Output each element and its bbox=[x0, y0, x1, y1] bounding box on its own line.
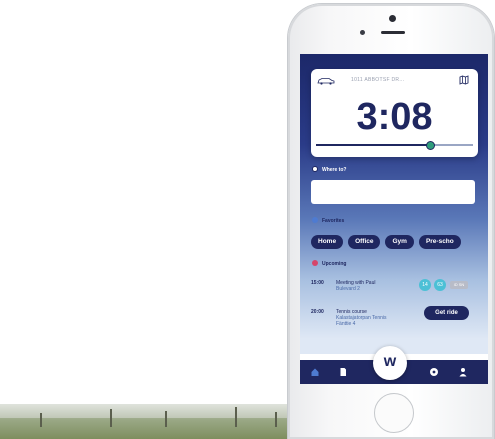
event-location: Fänttie 4 bbox=[336, 321, 356, 327]
favorite-chip-home[interactable]: Home bbox=[311, 235, 344, 249]
person-icon[interactable] bbox=[458, 367, 468, 377]
football-icon[interactable] bbox=[429, 367, 439, 377]
background-tree bbox=[275, 412, 277, 427]
home-icon[interactable] bbox=[310, 367, 320, 377]
address-text: 1011 ABBOTSF DR... bbox=[351, 77, 405, 83]
main-action-button[interactable]: w bbox=[373, 346, 407, 380]
proximity-sensor bbox=[360, 30, 365, 35]
time-slider-fill bbox=[316, 144, 430, 146]
time-slider-rest bbox=[429, 144, 473, 146]
favorite-chip-gym[interactable]: Gym bbox=[385, 235, 414, 249]
event-badge: 14 bbox=[419, 279, 431, 291]
map-icon[interactable] bbox=[459, 75, 469, 85]
favorites-label: Favorites bbox=[322, 218, 345, 224]
event-tag: ID SN bbox=[450, 281, 468, 289]
background-tree bbox=[40, 413, 42, 427]
event-time: 20:00 bbox=[311, 309, 324, 315]
favorite-chip-preschool[interactable]: Pre-scho bbox=[418, 235, 461, 249]
event-row[interactable]: 20:00 Tennis course Kalastajatorpan Tenn… bbox=[311, 309, 421, 329]
phone-frame: 1011 ABBOTSF DR... 3:08 Where to? Favori… bbox=[288, 4, 494, 439]
event-time: 15:00 bbox=[311, 280, 324, 286]
background-tree bbox=[110, 409, 112, 427]
where-to-dot-icon bbox=[312, 166, 318, 172]
background-tree bbox=[165, 411, 167, 427]
app-logo-icon: w bbox=[383, 353, 397, 370]
where-to-label: Where to? bbox=[322, 167, 347, 173]
background-tree bbox=[235, 407, 237, 427]
earpiece-speaker bbox=[381, 31, 405, 34]
favorites-dot-icon bbox=[312, 217, 318, 223]
favorites-list: Home Office Gym Pre-scho bbox=[311, 230, 466, 249]
car-icon bbox=[317, 78, 335, 85]
favorite-chip-office[interactable]: Office bbox=[348, 235, 381, 249]
time-slider-knob[interactable] bbox=[425, 141, 435, 150]
upcoming-label: Upcoming bbox=[322, 261, 347, 267]
get-ride-button[interactable]: Get ride bbox=[424, 306, 469, 320]
front-camera bbox=[389, 15, 396, 22]
phone-home-button[interactable] bbox=[374, 393, 414, 433]
upcoming-dot-icon bbox=[312, 260, 318, 266]
event-location: Bulevard 2 bbox=[336, 286, 360, 292]
app-screen: 1011 ABBOTSF DR... 3:08 Where to? Favori… bbox=[300, 54, 488, 384]
arrival-time: 3:08 bbox=[356, 96, 433, 138]
destination-input[interactable] bbox=[311, 180, 475, 204]
time-slider[interactable] bbox=[316, 141, 473, 150]
event-row[interactable]: 15:00 Meeting with Paul Bulevard 2 14 63… bbox=[311, 279, 481, 294]
trip-card: 1011 ABBOTSF DR... 3:08 bbox=[311, 69, 478, 157]
document-icon[interactable] bbox=[338, 367, 348, 377]
event-badge: 63 bbox=[434, 279, 446, 291]
